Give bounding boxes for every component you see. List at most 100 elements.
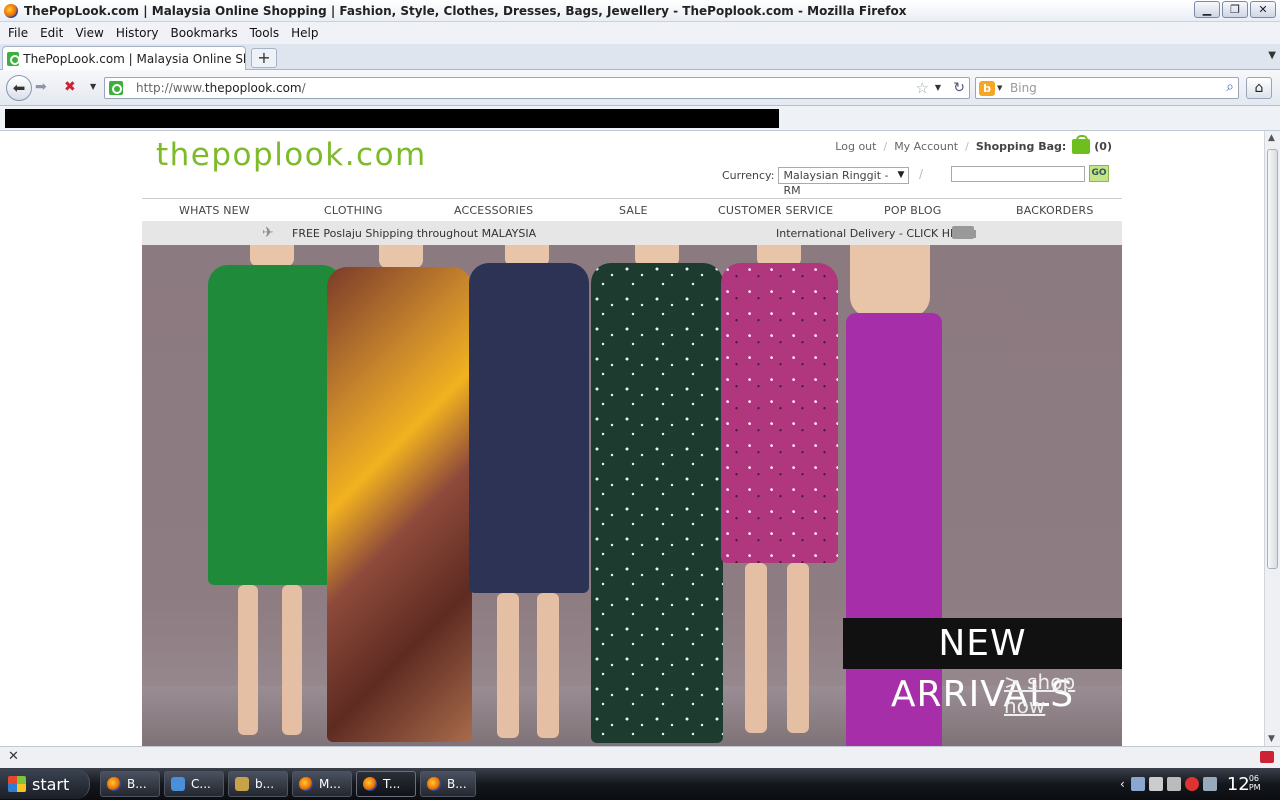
model-legs [537,593,559,738]
truck-icon[interactable] [952,226,976,239]
url-prefix: http://www. [136,81,205,95]
site-logo[interactable]: thepoplook.com [156,137,427,173]
nav-sale[interactable]: SALE [619,204,648,217]
url-bar[interactable]: http://www.thepoplook.com/ ☆ ▼ ↻ [104,77,970,99]
vertical-scrollbar[interactable]: ▲ ▼ [1264,131,1280,746]
history-dropdown-icon[interactable]: ▼ [90,82,96,91]
hero-banner[interactable]: NEW ARRIVALS > shop now [142,245,1122,746]
nav-backorders[interactable]: BACKORDERS [1016,204,1094,217]
tray-expand-icon[interactable]: ‹ [1120,777,1125,791]
menu-bookmarks[interactable]: Bookmarks [171,26,238,40]
international-delivery-link[interactable]: International Delivery - CLICK HERE [776,227,972,240]
currency-dropdown[interactable]: Malaysian Ringgit - RM ▼ [778,167,910,197]
taskbar-item-1[interactable]: B... [100,771,160,797]
redacted-region [5,109,779,128]
window-controls: ▁ ❐ ✕ [1192,1,1276,18]
nav-clothing[interactable]: CLOTHING [324,204,383,217]
network-icon[interactable] [1130,777,1145,791]
currency-value: Malaysian Ringgit - RM [783,169,889,197]
firefox-icon [299,777,313,791]
search-engine-dropdown-icon[interactable]: ▼ [997,84,1002,92]
home-button[interactable]: ⌂ [1246,77,1272,99]
back-button[interactable]: ⬅ [6,75,32,101]
menu-file[interactable]: File [8,26,28,40]
tab-thepoplook[interactable]: ThePopLook.com | Malaysia Online Shop... [2,46,246,70]
scroll-up-icon[interactable]: ▲ [1268,133,1275,143]
windows-taskbar: start B... C... b... M... T... B... ‹ 12… [0,768,1280,800]
window-title: ThePopLook.com | Malaysia Online Shoppin… [24,3,907,18]
tray-icon[interactable] [1184,777,1199,791]
clock-hour: 12 [1226,773,1250,795]
search-icon[interactable]: ⌕ [1226,79,1234,95]
site-identity-icon[interactable] [109,81,123,95]
tray-icon[interactable] [1166,777,1181,791]
shopping-bag-label[interactable]: Shopping Bag: [976,140,1066,153]
addon-status-icon[interactable] [1260,751,1274,763]
dress-navy [469,263,589,593]
scroll-down-icon[interactable]: ▼ [1268,734,1275,744]
tray-icon[interactable] [1202,777,1217,791]
minimize-button[interactable]: ▁ [1194,1,1220,18]
separator: / [965,140,969,153]
taskbar-item-label: M... [319,777,341,791]
reload-icon[interactable]: ↻ [953,80,965,96]
taskbar-item-5[interactable]: T... [356,771,416,797]
logout-link[interactable]: Log out [835,140,876,153]
url-domain: thepoplook.com [204,81,302,95]
taskbar-item-2[interactable]: C... [164,771,224,797]
search-bar[interactable]: b ▼ Bing ⌕ [975,77,1239,99]
menu-edit[interactable]: Edit [40,26,63,40]
taskbar-item-6[interactable]: B... [420,771,476,797]
start-button[interactable]: start [0,769,90,799]
model-print-maxi [327,245,472,746]
bing-engine-icon[interactable]: b [979,81,995,96]
shop-now-link[interactable]: > shop now [1004,670,1122,718]
new-arrivals-title[interactable]: NEW ARRIVALS [843,618,1122,715]
nav-accessories[interactable]: ACCESSORIES [454,204,533,217]
menu-history[interactable]: History [116,26,159,40]
clock[interactable]: 12 06 PM [1226,773,1261,795]
forward-button[interactable]: ➡ [35,79,47,95]
airplane-icon: ✈ [262,225,274,241]
close-findbar-icon[interactable]: ✕ [8,749,19,764]
site-search-input[interactable] [951,166,1085,182]
url-suffix: / [301,81,306,95]
nav-customer-service[interactable]: CUSTOMER SERVICE [718,204,833,217]
nav-pop-blog[interactable]: POP BLOG [884,204,942,217]
model-shoulders [850,245,930,317]
close-button[interactable]: ✕ [1250,1,1276,18]
model-legs [497,593,519,738]
status-bar: ✕ [0,746,1280,768]
clock-minute-ampm: 06 PM [1248,773,1261,792]
firefox-icon [4,3,18,18]
tab-list-chevron-icon[interactable]: ▼ [1268,50,1276,61]
firefox-icon [427,777,441,791]
taskbar-item-3[interactable]: b... [228,771,288,797]
url-text[interactable]: http://www.thepoplook.com/ [136,81,306,95]
search-go-button[interactable]: GO [1089,165,1109,182]
firefox-icon [107,777,121,791]
nav-whats-new[interactable]: WHATS NEW [179,204,250,217]
free-shipping-text: FREE Poslaju Shipping throughout MALAYSI… [292,227,537,240]
menu-view[interactable]: View [75,26,103,40]
taskbar-item-4[interactable]: M... [292,771,352,797]
window-titlebar: ThePopLook.com | Malaysia Online Shoppin… [0,0,1280,22]
model-floral-maxi [587,245,727,746]
my-account-link[interactable]: My Account [894,140,958,153]
shopping-bag-icon[interactable] [1072,135,1091,154]
maximize-button[interactable]: ❐ [1222,1,1248,18]
dress-green-floral [591,263,723,743]
tray-icon[interactable] [1148,777,1163,791]
url-dropdown-icon[interactable]: ▼ [935,83,941,92]
menu-tools[interactable]: Tools [250,26,280,40]
bag-count[interactable]: (0) [1094,140,1112,153]
navigation-toolbar: ⬅ ➡ ✖ ▼ http://www.thepoplook.com/ ☆ ▼ ↻… [0,70,1280,106]
new-tab-button[interactable]: + [251,48,277,68]
page-viewport: thepoplook.com Log out / My Account / Sh… [0,131,1264,746]
model-legs [787,563,809,733]
bookmark-star-icon[interactable]: ☆ [916,79,929,97]
currency-label: Currency: [722,169,775,182]
menu-help[interactable]: Help [291,26,318,40]
stop-icon[interactable]: ✖ [64,79,76,95]
scroll-thumb[interactable] [1267,149,1278,569]
